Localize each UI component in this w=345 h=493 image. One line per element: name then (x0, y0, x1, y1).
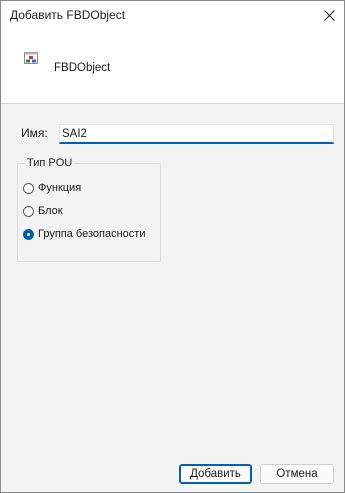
radio-block-label: Блок (38, 205, 63, 217)
radio-safety-group-indicator[interactable] (23, 228, 34, 240)
radio-function[interactable]: Функция (23, 182, 81, 194)
radio-block[interactable]: Блок (23, 205, 63, 217)
radio-safety-group-label: Группа безопасности (38, 228, 146, 240)
title-bar: Добавить FBDObject (1, 1, 344, 29)
radio-block-indicator[interactable] (23, 205, 34, 217)
radio-function-label: Функция (38, 182, 82, 194)
radio-function-indicator[interactable] (23, 182, 34, 194)
radio-safety-group[interactable]: Группа безопасности (23, 228, 145, 240)
add-button[interactable]: Добавить (179, 464, 252, 484)
name-input[interactable] (59, 124, 334, 144)
window-title: Добавить FBDObject (10, 8, 126, 22)
close-button[interactable] (314, 1, 344, 29)
add-object-dialog: Добавить FBDObject FBDObject Имя: Тип PO… (0, 0, 345, 493)
pou-type-group: Тип POU Функция Блок Группа безопасности (17, 157, 161, 262)
pou-type-legend: Тип POU (25, 157, 75, 169)
object-type-name: FBDObject (54, 62, 111, 74)
name-label: Имя: (21, 126, 48, 140)
fbd-object-icon (24, 52, 38, 64)
header-panel: FBDObject (1, 29, 344, 104)
close-icon (323, 9, 335, 21)
cancel-button[interactable]: Отмена (260, 464, 334, 484)
